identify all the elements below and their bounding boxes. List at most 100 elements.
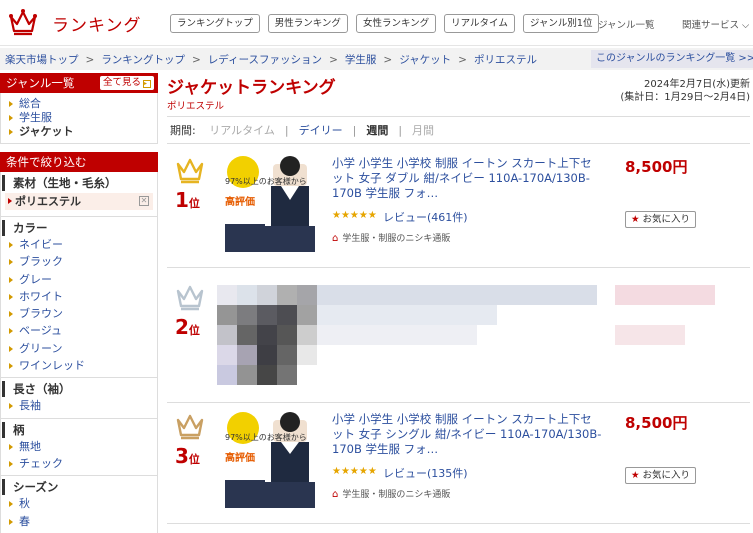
product-price: 8,500円 bbox=[625, 158, 688, 176]
breadcrumb-separator: > bbox=[192, 54, 201, 66]
see-all-button[interactable]: 全て見る ▸ bbox=[99, 76, 154, 90]
filter-pattern-check[interactable]: チェック bbox=[1, 455, 157, 472]
nav-genre-top[interactable]: ジャンル別1位 bbox=[522, 14, 600, 33]
filter-title-pattern: 柄 bbox=[2, 421, 157, 438]
logo-text[interactable]: ランキング bbox=[52, 11, 142, 36]
star-icon: ★ bbox=[631, 214, 640, 225]
breadcrumb-separator: > bbox=[85, 54, 95, 66]
arrow-box-icon: ▸ bbox=[143, 80, 151, 88]
filter-sleeve-long[interactable]: 長袖 bbox=[1, 397, 157, 414]
breadcrumb-item[interactable]: ポリエステル bbox=[474, 54, 537, 66]
breadcrumb-item[interactable]: 学生服 bbox=[345, 54, 377, 66]
filter-selected-label: ポリエステル bbox=[15, 195, 81, 208]
breadcrumb-item[interactable]: ランキングトップ bbox=[101, 54, 185, 66]
thumb-label: 高評価 bbox=[225, 197, 255, 208]
period-daily[interactable]: デイリー bbox=[299, 124, 343, 137]
period-divider: | bbox=[352, 124, 357, 137]
nav-male-ranking[interactable]: 男性ランキング bbox=[267, 14, 348, 33]
silver-crown-icon bbox=[176, 285, 204, 311]
breadcrumb-separator: > bbox=[383, 54, 393, 66]
rank-number: 3位 bbox=[175, 444, 200, 468]
shop-link[interactable]: ⌂ 学生服・制服のニシキ通販 bbox=[332, 487, 450, 500]
remove-filter-icon[interactable]: ✕ bbox=[139, 196, 149, 206]
filter-title-season: シーズン bbox=[2, 479, 157, 496]
top-nav: ランキングトップ 男性ランキング 女性ランキング リアルタイム ジャンル別1位 bbox=[170, 14, 607, 33]
breadcrumb-item[interactable]: 楽天市場トップ bbox=[5, 54, 79, 66]
rank-suffix: 位 bbox=[188, 453, 200, 466]
ranking-item: 1位 97%以上のお客様から 高評価 小学 小学生 小学校 制服 イートン スカ… bbox=[167, 148, 750, 268]
breadcrumb-separator: > bbox=[458, 54, 467, 66]
review-link[interactable]: レビュー(461件) bbox=[383, 209, 468, 225]
shop-name: 学生服・制服のニシキ通販 bbox=[342, 234, 451, 244]
product-title-link[interactable]: 小学 小学生 小学校 制服 イートン スカート上下セット 女子 ダブル 紺/ネイ… bbox=[332, 156, 602, 201]
filter-color-beige[interactable]: ベージュ bbox=[1, 322, 157, 339]
filter-title-material: 素材（生地・毛糸） bbox=[2, 175, 157, 191]
period-weekly: 週間 bbox=[366, 124, 389, 137]
filter-group-sleeve: 長さ（袖） 長袖 bbox=[0, 377, 158, 418]
update-info: 2024年2月7日(水)更新 (集計日：1月29日〜2月4日) bbox=[620, 78, 750, 104]
shop-name: 学生服・制服のニシキ通販 bbox=[342, 490, 451, 500]
shop-link[interactable]: ⌂ 学生服・制服のニシキ通販 bbox=[332, 231, 450, 244]
ranking-item: 3位 97%以上のお客様から 高評価 小学 小学生 小学校 制服 イートン スカ… bbox=[167, 404, 750, 524]
ranking-item: 2位 bbox=[167, 275, 750, 403]
filter-header: 条件で絞り込む bbox=[0, 152, 158, 172]
filter-title-sleeve: 長さ（袖） bbox=[2, 381, 157, 398]
filter-color-green[interactable]: グリーン bbox=[1, 340, 157, 357]
genre-item-jacket: ジャケット bbox=[7, 125, 151, 139]
filter-pattern-plain[interactable]: 無地 bbox=[1, 438, 157, 455]
genre-item-school-uniform[interactable]: 学生服 bbox=[7, 111, 151, 125]
filter-color-wine-red[interactable]: ワインレッド bbox=[1, 357, 157, 374]
chevron-down-icon: ⌵ bbox=[742, 20, 750, 31]
rank-suffix: 位 bbox=[188, 324, 200, 337]
rank-number: 1位 bbox=[175, 188, 200, 212]
period-selector: 期間: リアルタイム | デイリー | 週間 | 月間 bbox=[167, 116, 750, 144]
shop-icon: ⌂ bbox=[332, 233, 339, 244]
period-realtime[interactable]: リアルタイム bbox=[209, 124, 275, 137]
crown-logo-icon bbox=[9, 9, 37, 36]
filter-season-spring[interactable]: 春 bbox=[1, 513, 157, 530]
filter-title-color: カラー bbox=[2, 220, 157, 236]
nav-ranking-top[interactable]: ランキングトップ bbox=[170, 14, 260, 33]
rating-stars: ★★★★★ bbox=[332, 210, 377, 221]
filter-color-navy[interactable]: ネイビー bbox=[1, 236, 157, 253]
filter-selected-polyester: ポリエステル ✕ bbox=[5, 193, 153, 210]
rank-value: 2 bbox=[175, 315, 189, 339]
breadcrumb-item[interactable]: レディースファッション bbox=[208, 54, 322, 66]
related-services-link[interactable]: 関連サービス ⌵ bbox=[682, 17, 749, 31]
product-title-link[interactable]: 小学 小学生 小学校 制服 イートン スカート上下セット 女子 シングル 紺/ネ… bbox=[332, 412, 602, 457]
breadcrumb-item[interactable]: ジャケット bbox=[399, 54, 451, 66]
rank-suffix: 位 bbox=[188, 197, 200, 210]
filter-color-white[interactable]: ホワイト bbox=[1, 288, 157, 305]
filter-color-gray[interactable]: グレー bbox=[1, 271, 157, 288]
see-all-label: 全て見る bbox=[102, 77, 141, 88]
product-price: 8,500円 bbox=[625, 414, 688, 432]
filter-color-brown[interactable]: ブラウン bbox=[1, 305, 157, 322]
period-divider: | bbox=[398, 124, 403, 137]
breadcrumb-separator: > bbox=[329, 54, 338, 66]
rank-value: 1 bbox=[175, 188, 189, 212]
genre-list-link[interactable]: ジャンル一覧 bbox=[598, 17, 655, 31]
favorite-button[interactable]: ★ お気に入り bbox=[625, 211, 697, 228]
thumb-badge: 97%以上のお客様から bbox=[225, 433, 307, 442]
review-link[interactable]: レビュー(135件) bbox=[383, 465, 468, 481]
bronze-crown-icon bbox=[176, 414, 204, 440]
period-label: 期間: bbox=[170, 124, 196, 137]
ranking-logo[interactable] bbox=[8, 8, 38, 36]
genre-item-all[interactable]: 総合 bbox=[7, 97, 151, 111]
filter-color-black[interactable]: ブラック bbox=[1, 253, 157, 270]
genre-ranking-list-link[interactable]: このジャンルのランキング一覧 >> bbox=[591, 50, 753, 68]
filter-group-season: シーズン 秋 春 bbox=[0, 475, 158, 533]
filter-season-autumn[interactable]: 秋 bbox=[1, 495, 157, 512]
blurred-content bbox=[217, 285, 715, 385]
sidebar: ジャンル一覧 全て見る ▸ 総合 学生服 ジャケット 条件で絞り込む 素材（生地・… bbox=[0, 73, 158, 533]
nav-realtime[interactable]: リアルタイム bbox=[444, 14, 515, 33]
thumb-badge: 97%以上のお客様から bbox=[225, 177, 307, 186]
period-divider: | bbox=[284, 124, 289, 137]
breadcrumb: 楽天市場トップ > ランキングトップ > レディースファッション > 学生服 > ジャケット > ポ… bbox=[5, 52, 537, 67]
favorite-button[interactable]: ★ お気に入り bbox=[625, 467, 697, 484]
top-bar: ランキング ランキングトップ 男性ランキング 女性ランキング リアルタイム ジャ… bbox=[0, 0, 753, 46]
period-monthly: 月間 bbox=[412, 124, 435, 137]
rating-stars: ★★★★★ bbox=[332, 466, 377, 477]
nav-female-ranking[interactable]: 女性ランキング bbox=[355, 14, 437, 33]
gold-crown-icon bbox=[176, 158, 204, 184]
